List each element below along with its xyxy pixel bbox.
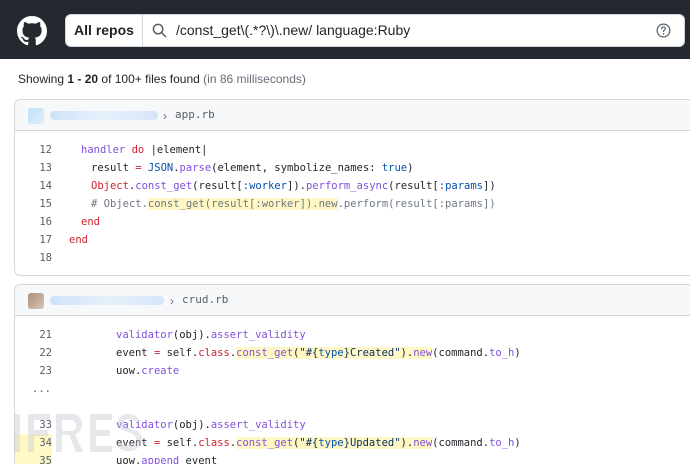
search-icon bbox=[152, 23, 167, 38]
code-line: 14 Object.const_get(result[:worker]).perf… bbox=[15, 177, 690, 195]
line-number[interactable]: 17 bbox=[15, 231, 52, 249]
code-line: 23 uow.create bbox=[15, 362, 690, 380]
line-number[interactable]: 16 bbox=[15, 213, 52, 231]
code-line: 15 # Object.const_get(result[:worker]).ne… bbox=[15, 195, 690, 213]
code-snippet: 12 handler do |element| 13 result = JSON.p… bbox=[15, 131, 690, 267]
question-circle-icon[interactable] bbox=[656, 23, 671, 38]
code-ellipsis: ... bbox=[15, 380, 690, 398]
line-number[interactable]: 21 bbox=[15, 326, 52, 344]
code-line: 17 end bbox=[15, 231, 690, 249]
code-line: 22 event = self.class.const_get("#{type}C… bbox=[15, 344, 690, 362]
line-number[interactable]: 14 bbox=[15, 177, 52, 195]
search-result-card: › app.rb 12 handler do |element| 13 result… bbox=[14, 99, 690, 276]
code-line: 16 end bbox=[15, 213, 690, 231]
code-line: 18 bbox=[15, 249, 690, 267]
line-number[interactable]: 22 bbox=[15, 344, 52, 362]
top-navigation-bar: All repos /const_get\(.*?\)\.new/ langua… bbox=[0, 0, 690, 59]
watermark-logo bbox=[14, 414, 142, 452]
code-line: 12 handler do |element| bbox=[15, 141, 690, 159]
avatar[interactable] bbox=[28, 293, 44, 309]
line-number[interactable]: 15 bbox=[15, 195, 52, 213]
summary-count: of 100+ files found bbox=[101, 72, 200, 86]
avatar[interactable] bbox=[28, 108, 44, 124]
summary-range: 1 - 20 bbox=[67, 72, 99, 86]
line-number[interactable]: 23 bbox=[15, 362, 52, 380]
result-header: › app.rb bbox=[15, 100, 690, 131]
repo-name-link[interactable] bbox=[50, 111, 158, 120]
search-input[interactable]: /const_get\(.*?\)\.new/ language:Ruby bbox=[176, 15, 410, 46]
ellipsis-marker[interactable]: ... bbox=[32, 380, 69, 398]
line-number[interactable]: 13 bbox=[15, 159, 52, 177]
code-line: 21 validator(obj).assert_validity bbox=[15, 326, 690, 344]
github-logo-icon[interactable] bbox=[17, 16, 47, 46]
summary-time: (in 86 milliseconds) bbox=[203, 72, 306, 86]
file-name-link[interactable]: app.rb bbox=[175, 108, 215, 121]
chevron-right-icon: › bbox=[170, 294, 174, 308]
code-line: 13 result = JSON.parse(element, symbolize… bbox=[15, 159, 690, 177]
repo-name-link[interactable] bbox=[50, 296, 164, 305]
line-number[interactable]: 18 bbox=[15, 249, 52, 267]
file-name-link[interactable]: crud.rb bbox=[182, 293, 228, 306]
search-box[interactable]: All repos /const_get\(.*?\)\.new/ langua… bbox=[65, 14, 685, 47]
repo-scope-button[interactable]: All repos bbox=[66, 15, 143, 46]
results-summary: Showing 1 - 20 of 100+ files found (in 8… bbox=[18, 72, 306, 86]
line-number[interactable]: 12 bbox=[15, 141, 52, 159]
result-header: › crud.rb bbox=[15, 285, 690, 316]
chevron-right-icon: › bbox=[163, 109, 167, 123]
summary-showing: Showing bbox=[18, 72, 65, 86]
